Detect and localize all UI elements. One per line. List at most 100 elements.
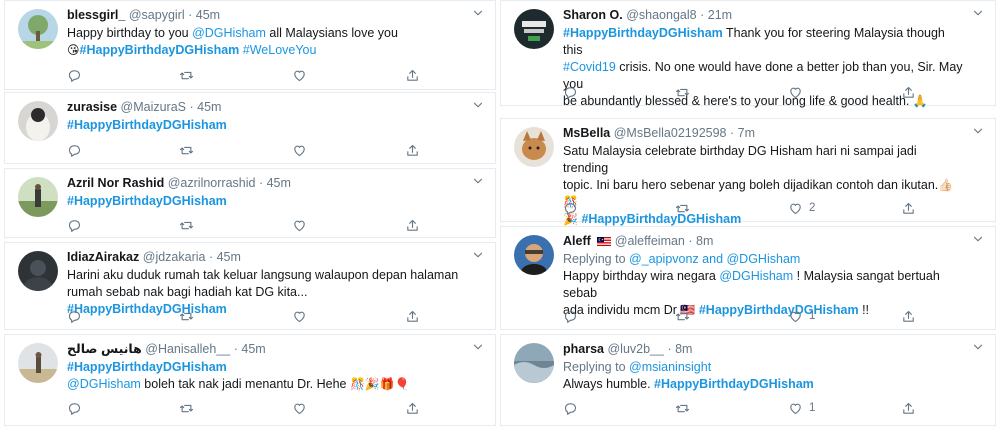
tweet-card[interactable]: Sharon O. @shaongal8 · 21m #HappyBirthda… bbox=[500, 0, 996, 108]
tweet-card[interactable]: Aleff @aleffeiman · 8m Replying to @_api… bbox=[500, 226, 996, 330]
chevron-down-icon[interactable] bbox=[971, 340, 985, 354]
timestamp[interactable]: 8m bbox=[675, 342, 692, 356]
like-button[interactable]: 1 bbox=[788, 308, 815, 324]
share-button[interactable] bbox=[405, 308, 420, 324]
user-handle[interactable]: @jdzakaria bbox=[143, 250, 206, 264]
reply-button[interactable] bbox=[67, 400, 82, 416]
like-button[interactable]: 2 bbox=[788, 200, 815, 216]
hashtag-link[interactable]: #Covid19 bbox=[563, 60, 616, 74]
display-name[interactable]: هانيس صالح bbox=[67, 342, 142, 356]
avatar[interactable] bbox=[18, 251, 58, 291]
like-button[interactable]: 1 bbox=[788, 400, 815, 416]
display-name[interactable]: blessgirl_ bbox=[67, 8, 125, 22]
avatar[interactable] bbox=[514, 127, 554, 167]
timestamp[interactable]: 7m bbox=[738, 126, 755, 140]
reply-button[interactable] bbox=[67, 142, 82, 158]
chevron-down-icon[interactable] bbox=[971, 124, 985, 138]
user-handle[interactable]: @MsBella02192598 bbox=[614, 126, 727, 140]
retweet-button[interactable] bbox=[179, 308, 194, 324]
retweet-button[interactable] bbox=[675, 400, 690, 416]
hashtag-link[interactable]: #HappyBirthdayDGHisham bbox=[67, 118, 227, 132]
like-button[interactable] bbox=[788, 84, 809, 100]
mention-link[interactable]: @DGHisham bbox=[67, 377, 141, 391]
reply-button[interactable] bbox=[563, 400, 578, 416]
avatar[interactable] bbox=[18, 177, 58, 217]
reply-button[interactable] bbox=[563, 200, 578, 216]
retweet-button[interactable] bbox=[179, 217, 194, 233]
display-name[interactable]: pharsa bbox=[563, 342, 604, 356]
tweet-card[interactable]: Azril Nor Rashid @azrilnorrashid · 45m #… bbox=[4, 168, 496, 238]
retweet-button[interactable] bbox=[179, 67, 194, 83]
chevron-down-icon[interactable] bbox=[471, 98, 485, 112]
display-name[interactable]: IdiazAirakaz bbox=[67, 250, 139, 264]
avatar[interactable] bbox=[18, 343, 58, 383]
hashtag-link[interactable]: #HappyBirthdayDGHisham bbox=[563, 26, 723, 40]
retweet-button[interactable] bbox=[179, 142, 194, 158]
tweet-card[interactable]: MsBella @MsBella02192598 · 7m Satu Malay… bbox=[500, 118, 996, 226]
display-name[interactable]: MsBella bbox=[563, 126, 610, 140]
share-button[interactable] bbox=[405, 400, 420, 416]
avatar[interactable] bbox=[18, 9, 58, 49]
user-handle[interactable]: @sapygirl bbox=[129, 8, 185, 22]
tweet-card[interactable]: blessgirl_ @sapygirl · 45m Happy birthda… bbox=[4, 0, 496, 90]
chevron-down-icon[interactable] bbox=[471, 174, 485, 188]
share-button[interactable] bbox=[901, 84, 916, 100]
timestamp[interactable]: 45m bbox=[267, 176, 291, 190]
retweet-button[interactable] bbox=[675, 308, 690, 324]
chevron-down-icon[interactable] bbox=[971, 232, 985, 246]
timestamp[interactable]: 45m bbox=[217, 250, 241, 264]
share-button[interactable] bbox=[901, 200, 916, 216]
timestamp[interactable]: 21m bbox=[708, 8, 732, 22]
like-button[interactable] bbox=[292, 142, 313, 158]
display-name[interactable]: zurasise bbox=[67, 100, 117, 114]
reply-button[interactable] bbox=[67, 308, 82, 324]
user-handle[interactable]: @Hanisalleh__ bbox=[145, 342, 230, 356]
chevron-down-icon[interactable] bbox=[471, 248, 485, 262]
hashtag-link[interactable]: #WeLoveYou bbox=[243, 43, 317, 57]
retweet-button[interactable] bbox=[179, 400, 194, 416]
tweet-card[interactable]: هانيس صالح @Hanisalleh__ · 45m #HappyBir… bbox=[4, 334, 496, 426]
hashtag-link[interactable]: #HappyBirthdayDGHisham bbox=[67, 194, 227, 208]
hashtag-link[interactable]: #HappyBirthdayDGHisham bbox=[80, 43, 240, 57]
user-handle[interactable]: @luv2b__ bbox=[607, 342, 663, 356]
share-button[interactable] bbox=[405, 142, 420, 158]
reply-button[interactable] bbox=[67, 67, 82, 83]
display-name[interactable]: Sharon O. bbox=[563, 8, 623, 22]
replying-to-link[interactable]: @msianinsight bbox=[629, 360, 711, 374]
chevron-down-icon[interactable] bbox=[471, 6, 485, 20]
retweet-button[interactable] bbox=[675, 84, 690, 100]
mention-link[interactable]: @DGHisham bbox=[192, 26, 266, 40]
chevron-down-icon[interactable] bbox=[971, 6, 985, 20]
timestamp[interactable]: 45m bbox=[196, 8, 220, 22]
replying-to-link[interactable]: @_apipvonz and @DGHisham bbox=[629, 252, 800, 266]
like-button[interactable] bbox=[292, 400, 313, 416]
timestamp[interactable]: 45m bbox=[197, 100, 221, 114]
reply-button[interactable] bbox=[563, 84, 578, 100]
like-button[interactable] bbox=[292, 67, 313, 83]
tweet-card[interactable]: IdiazAirakaz @jdzakaria · 45m Harini aku… bbox=[4, 242, 496, 330]
like-button[interactable] bbox=[292, 217, 313, 233]
share-button[interactable] bbox=[901, 400, 916, 416]
mention-link[interactable]: @DGHisham bbox=[719, 269, 793, 283]
reply-button[interactable] bbox=[67, 217, 82, 233]
share-button[interactable] bbox=[901, 308, 916, 324]
share-button[interactable] bbox=[405, 217, 420, 233]
timestamp[interactable]: 45m bbox=[241, 342, 265, 356]
timestamp[interactable]: 8m bbox=[696, 234, 713, 248]
like-button[interactable] bbox=[292, 308, 313, 324]
tweet-card[interactable]: zurasise @MaizuraS · 45m #HappyBirthdayD… bbox=[4, 92, 496, 164]
tweet-card[interactable]: pharsa @luv2b__ · 8m Replying to @msiani… bbox=[500, 334, 996, 426]
user-handle[interactable]: @aleffeiman bbox=[615, 234, 685, 248]
user-handle[interactable]: @azrilnorrashid bbox=[168, 176, 256, 190]
avatar[interactable] bbox=[514, 343, 554, 383]
reply-button[interactable] bbox=[563, 308, 578, 324]
chevron-down-icon[interactable] bbox=[471, 340, 485, 354]
hashtag-link[interactable]: #HappyBirthdayDGHisham bbox=[654, 377, 814, 391]
share-button[interactable] bbox=[405, 67, 420, 83]
user-handle[interactable]: @shaongal8 bbox=[626, 8, 696, 22]
retweet-button[interactable] bbox=[675, 200, 690, 216]
hashtag-link[interactable]: #HappyBirthdayDGHisham bbox=[67, 360, 227, 374]
display-name[interactable]: Azril Nor Rashid bbox=[67, 176, 164, 190]
user-handle[interactable]: @MaizuraS bbox=[121, 100, 187, 114]
avatar[interactable] bbox=[514, 235, 554, 275]
